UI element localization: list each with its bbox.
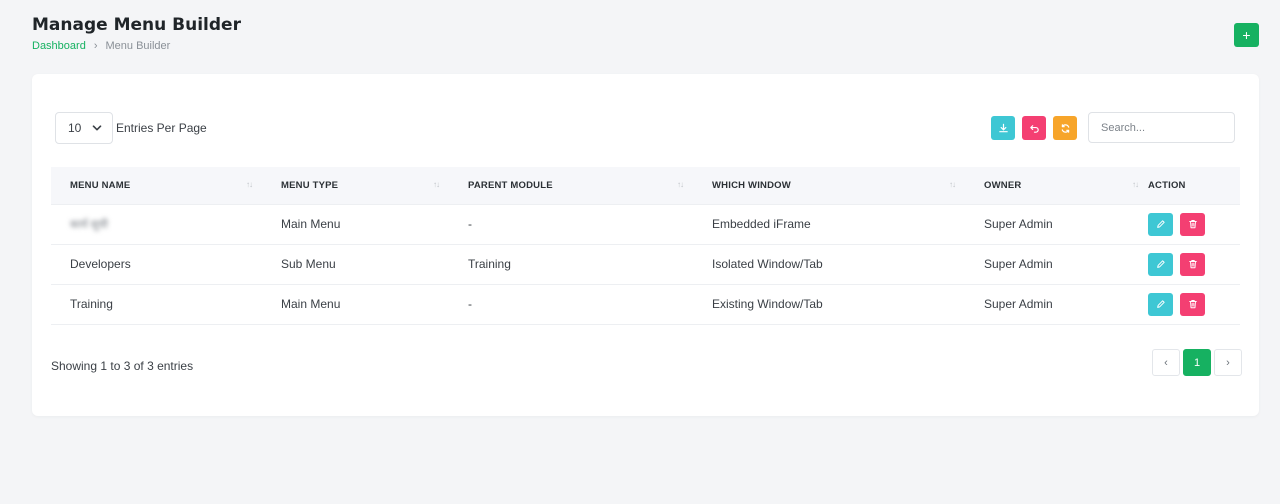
menu-table: MENU NAME ↑↓ MENU TYPE ↑↓ PARENT MODULE … [51,167,1240,325]
cell-parent-module: - [468,217,472,231]
column-label: PARENT MODULE [468,179,553,191]
sort-icon[interactable]: ↑↓ [246,180,253,189]
chevron-down-icon [92,125,102,131]
column-header-action: ACTION [1148,167,1240,205]
entries-info: Showing 1 to 3 of 3 entries [51,359,194,373]
breadcrumb-current: Menu Builder [105,40,171,52]
breadcrumb: Dashboard › Menu Builder [32,40,170,52]
column-label: WHICH WINDOW [712,179,791,191]
download-button[interactable] [991,116,1015,140]
edit-button[interactable] [1148,292,1173,316]
delete-button[interactable] [1180,292,1205,316]
cell-which-window: Isolated Window/Tab [712,257,823,271]
table-header-row: MENU NAME ↑↓ MENU TYPE ↑↓ PARENT MODULE … [51,167,1240,205]
sort-icon[interactable]: ↑↓ [1132,180,1139,189]
cell-menu-name: Developers [70,257,131,271]
undo-button[interactable] [1022,116,1046,140]
trash-icon [1188,220,1197,229]
breadcrumb-dashboard-link[interactable]: Dashboard [32,40,86,52]
pagination-prev-button[interactable]: ‹ [1152,349,1180,376]
pencil-icon [1156,220,1165,228]
pencil-icon [1156,260,1165,268]
undo-icon [1029,124,1039,133]
trash-icon [1188,260,1197,269]
per-page-value: 10 [68,121,82,135]
add-menu-button[interactable]: + [1234,23,1259,47]
column-header-parent-module[interactable]: PARENT MODULE ↑↓ [449,167,693,205]
cell-owner: Super Admin [984,257,1053,271]
cell-which-window: Embedded iFrame [712,217,811,231]
edit-button[interactable] [1148,252,1173,276]
download-icon [998,123,1008,132]
edit-button[interactable] [1148,212,1173,236]
chevron-left-icon: ‹ [1164,356,1168,369]
per-page-label: Entries Per Page [116,121,207,135]
table-row: Training Main Menu - Existing Window/Tab… [51,284,1240,324]
cell-action [1148,284,1240,324]
sort-icon[interactable]: ↑↓ [433,180,440,189]
refresh-icon [1061,123,1069,133]
pagination-page-1[interactable]: 1 [1183,349,1211,376]
sort-icon[interactable]: ↑↓ [677,180,684,189]
cell-menu-name: कार्य सूची [70,218,109,231]
sort-icon[interactable]: ↑↓ [949,180,956,189]
cell-action [1148,244,1240,284]
entries-per-page-select[interactable]: 10 [55,112,113,144]
cell-action [1148,204,1240,244]
menu-table-card: 10 Entries Per Page MENU NAME ↑↓ [32,74,1259,416]
column-label: MENU NAME [70,179,131,191]
chevron-right-icon: › [1226,356,1230,369]
column-header-owner[interactable]: OWNER ↑↓ [965,167,1148,205]
table-row: कार्य सूची Main Menu - Embedded iFrame S… [51,204,1240,244]
trash-icon [1188,300,1197,309]
search-input[interactable] [1088,112,1235,143]
column-label: ACTION [1148,179,1186,191]
plus-icon: + [1242,27,1251,43]
cell-which-window: Existing Window/Tab [712,297,823,311]
cell-parent-module: Training [468,257,511,271]
delete-button[interactable] [1180,252,1205,276]
column-header-menu-name[interactable]: MENU NAME ↑↓ [51,167,262,205]
column-header-menu-type[interactable]: MENU TYPE ↑↓ [262,167,449,205]
chevron-right-icon: › [93,40,98,52]
table-row: Developers Sub Menu Training Isolated Wi… [51,244,1240,284]
cell-owner: Super Admin [984,217,1053,231]
pagination: ‹ 1 › [1152,349,1242,376]
pagination-next-button[interactable]: › [1214,349,1242,376]
cell-parent-module: - [468,297,472,311]
cell-menu-type: Sub Menu [281,257,336,271]
column-label: OWNER [984,179,1022,191]
refresh-button[interactable] [1053,116,1077,140]
cell-owner: Super Admin [984,297,1053,311]
pencil-icon [1156,300,1165,308]
column-label: MENU TYPE [281,179,339,191]
column-header-which-window[interactable]: WHICH WINDOW ↑↓ [693,167,965,205]
page-title: Manage Menu Builder [32,15,241,35]
cell-menu-type: Main Menu [281,297,341,311]
delete-button[interactable] [1180,212,1205,236]
cell-menu-name: Training [70,297,113,311]
cell-menu-type: Main Menu [281,217,341,231]
